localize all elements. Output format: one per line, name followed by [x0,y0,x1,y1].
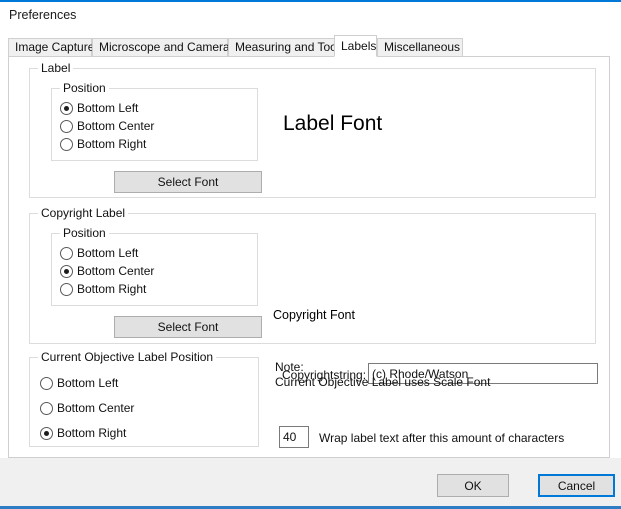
wrap-character-count-label: Wrap label text after this amount of cha… [319,431,565,445]
tab-image-capture[interactable]: Image Capture [8,38,95,56]
radio-label-text: Bottom Left [77,246,139,260]
ok-button[interactable]: OK [437,474,509,497]
tab-label: Miscellaneous [384,40,461,54]
radio-indicator [60,264,73,278]
radio-copyright-position-bottom-right[interactable]: Bottom Right [60,282,146,296]
radio-label-text: Bottom Right [57,426,127,440]
note-line-1: Note: [275,360,304,374]
tab-miscellaneous[interactable]: Miscellaneous [377,38,463,56]
tab-label: Image Capture [15,40,95,54]
wrap-character-count-input[interactable] [279,426,309,448]
dialog-footer: OK Cancel [0,458,621,506]
labels-tab-panel: Label Position Bottom Left Bottom Center… [8,56,610,458]
copyright-label-group: Copyright Label Position Bottom Left Bot… [29,206,598,384]
radio-copyright-position-bottom-left[interactable]: Bottom Left [60,246,138,260]
radio-copyright-position-bottom-center[interactable]: Bottom Center [60,264,154,278]
label-position-group-caption: Position [60,81,109,95]
label-select-font-button[interactable]: Select Font [114,171,262,193]
label-group: Label Position Bottom Left Bottom Center… [29,61,596,198]
radio-label-text: Bottom Center [77,264,155,278]
radio-label-position-bottom-left[interactable]: Bottom Left [60,101,138,115]
note-line-2: Current Objective Label uses Scale Font [275,375,491,389]
current-objective-label-position-group: Current Objective Label Position Bottom … [29,350,259,447]
tab-label: Microscope and Camera [99,40,230,54]
radio-indicator [60,246,73,260]
radio-label-text: Bottom Right [77,282,147,296]
label-font-preview: Label Font [283,112,383,135]
radio-label-position-bottom-center[interactable]: Bottom Center [60,119,154,133]
copyright-select-font-button[interactable]: Select Font [114,316,262,338]
current-objective-group-caption: Current Objective Label Position [38,350,217,364]
radio-indicator [40,401,53,415]
cancel-button[interactable]: Cancel [538,474,615,497]
scale-font-note: Note: Current Objective Label uses Scale… [275,360,490,390]
radio-objective-position-bottom-center[interactable]: Bottom Center [40,401,134,415]
copyright-label-group-caption: Copyright Label [38,206,129,220]
tab-measuring-and-tools[interactable]: Measuring and Tools [228,38,346,56]
radio-label-position-bottom-right[interactable]: Bottom Right [60,137,146,151]
radio-indicator [60,137,73,151]
radio-label-text: Bottom Left [77,101,139,115]
copyright-position-group-caption: Position [60,226,109,240]
radio-label-text: Bottom Right [77,137,147,151]
radio-indicator [40,426,53,440]
radio-label-text: Bottom Left [57,376,119,390]
tab-label: Labels [341,39,377,53]
copyright-position-group: Position Bottom Left Bottom Center Botto… [51,226,258,306]
radio-indicator [60,282,73,296]
label-position-group: Position Bottom Left Bottom Center Botto… [51,81,258,161]
radio-objective-position-bottom-left[interactable]: Bottom Left [40,376,118,390]
title-bar: Preferences [0,2,621,30]
radio-label-text: Bottom Center [77,119,155,133]
radio-label-text: Bottom Center [57,401,135,415]
radio-objective-position-bottom-right[interactable]: Bottom Right [40,426,126,440]
window-title: Preferences [9,8,77,22]
radio-indicator [60,119,73,133]
copyright-font-preview: Copyright Font [273,308,355,322]
tab-microscope-and-camera[interactable]: Microscope and Camera [92,38,230,56]
tab-label: Measuring and Tools [235,40,346,54]
radio-indicator [60,101,73,115]
tab-labels[interactable]: Labels [334,35,377,57]
label-group-caption: Label [38,61,74,75]
tab-bar: Image Capture Microscope and Camera Meas… [8,35,610,57]
radio-indicator [40,376,53,390]
